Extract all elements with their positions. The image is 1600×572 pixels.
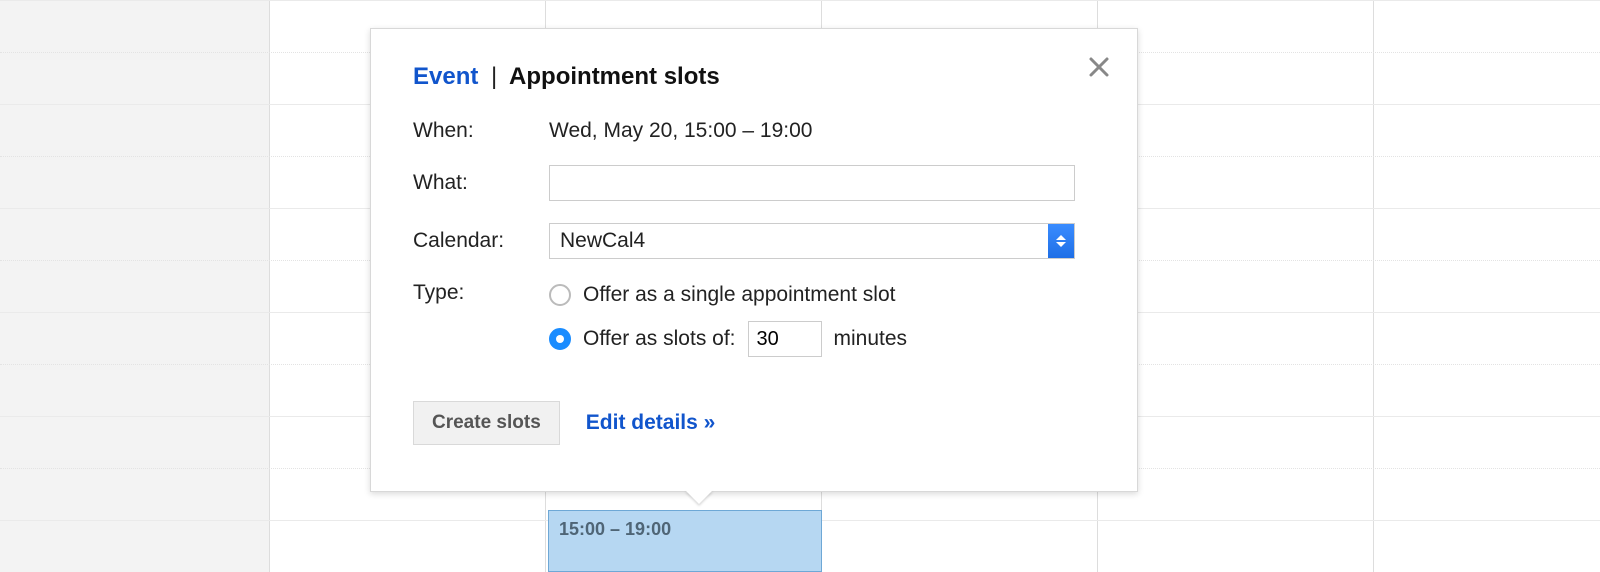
radio-multi-label-prefix: Offer as slots of: bbox=[583, 327, 736, 351]
radio-single-slot[interactable] bbox=[549, 284, 571, 306]
time-gutter bbox=[0, 0, 270, 572]
create-slots-button[interactable]: Create slots bbox=[413, 401, 560, 445]
radio-single-label: Offer as a single appointment slot bbox=[583, 283, 895, 307]
type-label: Type: bbox=[413, 281, 549, 305]
radio-multi-label-suffix: minutes bbox=[834, 327, 908, 351]
dialog-tail bbox=[685, 490, 713, 504]
selected-event-block[interactable]: 15:00 – 19:00 bbox=[548, 510, 822, 572]
close-icon[interactable] bbox=[1085, 53, 1113, 81]
appointment-slot-dialog: Event | Appointment slots When: Wed, May… bbox=[370, 28, 1138, 492]
chevron-up-down-icon bbox=[1048, 224, 1074, 258]
day-column[interactable] bbox=[1098, 0, 1374, 572]
when-value: Wed, May 20, 15:00 – 19:00 bbox=[549, 119, 1097, 143]
edit-details-link[interactable]: Edit details » bbox=[586, 411, 716, 435]
event-time-label: 15:00 – 19:00 bbox=[559, 519, 671, 539]
what-input[interactable] bbox=[549, 165, 1075, 201]
calendar-selected-text: NewCal4 bbox=[550, 229, 1048, 253]
slot-duration-input[interactable] bbox=[748, 321, 822, 357]
tab-separator: | bbox=[491, 63, 497, 90]
when-label: When: bbox=[413, 119, 549, 143]
tab-event[interactable]: Event bbox=[413, 63, 478, 90]
grid-line bbox=[0, 0, 1600, 1]
radio-multi-slot[interactable] bbox=[549, 328, 571, 350]
calendar-label: Calendar: bbox=[413, 229, 549, 253]
tab-appointment-slots: Appointment slots bbox=[509, 63, 720, 90]
dialog-tabs: Event | Appointment slots bbox=[413, 63, 1097, 91]
what-label: What: bbox=[413, 171, 549, 195]
calendar-select[interactable]: NewCal4 bbox=[549, 223, 1075, 259]
day-column[interactable] bbox=[1374, 0, 1600, 572]
